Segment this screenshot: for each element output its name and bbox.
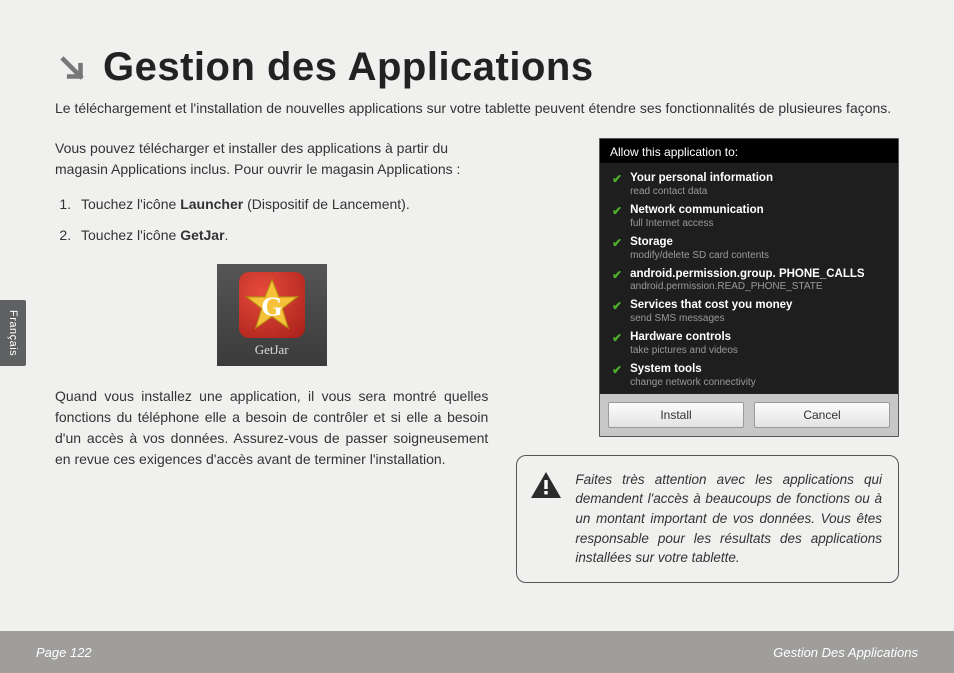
arrow-down-right-icon (55, 51, 89, 85)
warning-text: Faites très attention avec les applicati… (575, 470, 882, 568)
star-icon: G (239, 272, 305, 338)
check-icon: ✔ (612, 300, 622, 313)
permission-list: ✔ Your personal informationread contact d… (600, 163, 898, 394)
footer-page-number: Page 122 (36, 645, 92, 660)
permission-title: android.permission.group. PHONE_CALLS (630, 268, 865, 282)
permission-item: ✔ Your personal informationread contact d… (600, 169, 898, 201)
right-column: Allow this application to: ✔ Your persona… (516, 138, 899, 582)
check-icon: ✔ (612, 364, 622, 377)
permission-subtitle: take pictures and videos (630, 345, 738, 357)
paragraph: Quand vous installez une application, il… (55, 386, 488, 470)
getjar-label: GetJar (217, 340, 327, 360)
permission-item: ✔ System toolschange network connectivity (600, 360, 898, 392)
permission-subtitle: full Internet access (630, 218, 764, 230)
permission-subtitle: modify/delete SD card contents (630, 250, 769, 262)
permission-item: ✔ Network communicationfull Internet acce… (600, 201, 898, 233)
cancel-button[interactable]: Cancel (754, 402, 890, 428)
check-icon: ✔ (612, 173, 622, 186)
page-title: Gestion des Applications (103, 45, 594, 90)
check-icon: ✔ (612, 269, 622, 282)
permission-title: Hardware controls (630, 331, 738, 345)
two-column-layout: Vous pouvez télécharger et installer des… (55, 138, 899, 582)
bold-text: Launcher (180, 196, 243, 212)
getjar-app-icon: G GetJar (217, 264, 327, 366)
permission-subtitle: change network connectivity (630, 377, 756, 389)
footer-section-title: Gestion Des Applications (773, 645, 918, 660)
intro-text: Le téléchargement et l'installation de n… (55, 98, 899, 118)
permission-dialog: Allow this application to: ✔ Your persona… (599, 138, 899, 437)
warning-icon (529, 470, 563, 568)
text: Touchez l'icône (81, 227, 180, 243)
text: (Dispositif de Lancement). (243, 196, 410, 212)
permission-title: System tools (630, 363, 756, 377)
permission-item: ✔ Services that cost you moneysend SMS me… (600, 296, 898, 328)
permission-subtitle: android.permission.READ_PHONE_STATE (630, 281, 865, 293)
permission-subtitle: send SMS messages (630, 313, 792, 325)
svg-text:G: G (261, 292, 283, 323)
permission-item: ✔ Hardware controlstake pictures and vide… (600, 328, 898, 360)
list-item: Touchez l'icône Launcher (Dispositif de … (75, 194, 488, 215)
warning-box: Faites très attention avec les applicati… (516, 455, 899, 583)
getjar-icon-block: G GetJar (55, 264, 488, 366)
bold-text: GetJar (180, 227, 224, 243)
permission-item: ✔ Storagemodify/delete SD card contents (600, 233, 898, 265)
install-button[interactable]: Install (608, 402, 744, 428)
check-icon: ✔ (612, 237, 622, 250)
check-icon: ✔ (612, 332, 622, 345)
permission-title: Network communication (630, 204, 764, 218)
permission-subtitle: read contact data (630, 186, 773, 198)
dialog-button-row: Install Cancel (600, 394, 898, 436)
left-column: Vous pouvez télécharger et installer des… (55, 138, 488, 582)
page-content: Gestion des Applications Le téléchargeme… (0, 0, 954, 623)
page-footer: Page 122 Gestion Des Applications (0, 631, 954, 673)
permission-title: Storage (630, 236, 769, 250)
permission-title: Your personal information (630, 172, 773, 186)
text: Touchez l'icône (81, 196, 180, 212)
steps-list: Touchez l'icône Launcher (Dispositif de … (75, 194, 488, 246)
text: . (225, 227, 229, 243)
permission-item: ✔ android.permission.group. PHONE_CALLSan… (600, 265, 898, 297)
list-item: Touchez l'icône GetJar. (75, 225, 488, 246)
title-row: Gestion des Applications (55, 45, 899, 90)
permission-title: Services that cost you money (630, 299, 792, 313)
dialog-header: Allow this application to: (600, 139, 898, 163)
language-tab: Français (0, 300, 26, 366)
paragraph: Vous pouvez télécharger et installer des… (55, 138, 488, 180)
check-icon: ✔ (612, 205, 622, 218)
